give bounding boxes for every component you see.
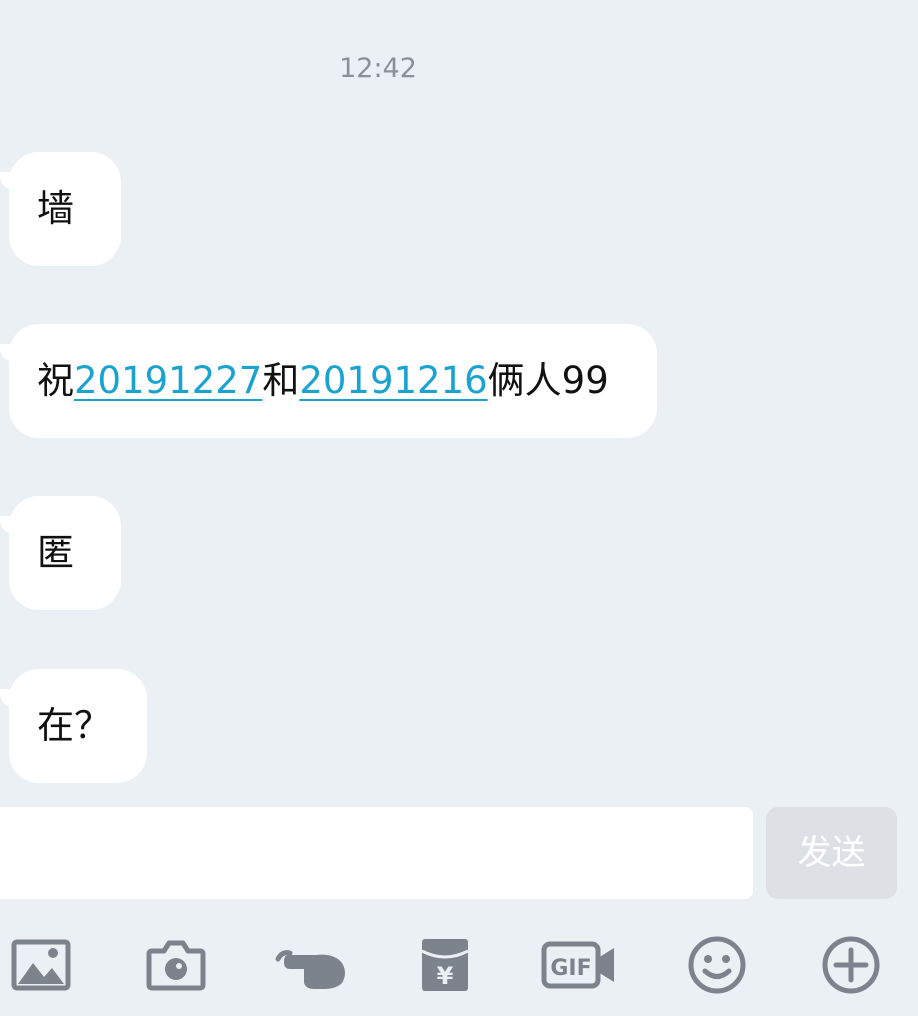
number-link[interactable]: 20191216	[299, 359, 487, 402]
message-text: 和	[262, 359, 300, 402]
image-icon[interactable]	[6, 930, 76, 1000]
message-text: 匿	[37, 531, 74, 574]
message-input[interactable]	[0, 807, 753, 899]
input-toolbar: ¥ GIF	[0, 920, 918, 1010]
plus-icon[interactable]	[816, 930, 886, 1000]
message-text: 祝	[37, 359, 74, 402]
chat-timestamp: 12:42	[339, 53, 417, 84]
yuan-symbol: ¥	[437, 962, 454, 990]
number-link[interactable]: 20191227	[74, 359, 262, 402]
message-text: 在？	[37, 704, 111, 747]
message-text: 俩人99	[487, 359, 609, 402]
gif-label: GIF	[550, 956, 591, 981]
poke-icon[interactable]	[272, 930, 352, 1000]
message-bubble[interactable]: 墙	[0, 152, 121, 266]
message-bubble[interactable]: 祝20191227和20191216俩人99	[0, 324, 657, 438]
camera-icon[interactable]	[141, 930, 211, 1000]
message-bubble[interactable]: 匿	[0, 496, 121, 610]
gif-icon[interactable]: GIF	[540, 930, 618, 1000]
send-button[interactable]: 发送	[766, 807, 897, 899]
message-text: 墙	[37, 187, 74, 230]
red-packet-icon[interactable]: ¥	[410, 930, 480, 1000]
message-bubble[interactable]: 在？	[0, 669, 147, 783]
emoji-icon[interactable]	[682, 930, 752, 1000]
